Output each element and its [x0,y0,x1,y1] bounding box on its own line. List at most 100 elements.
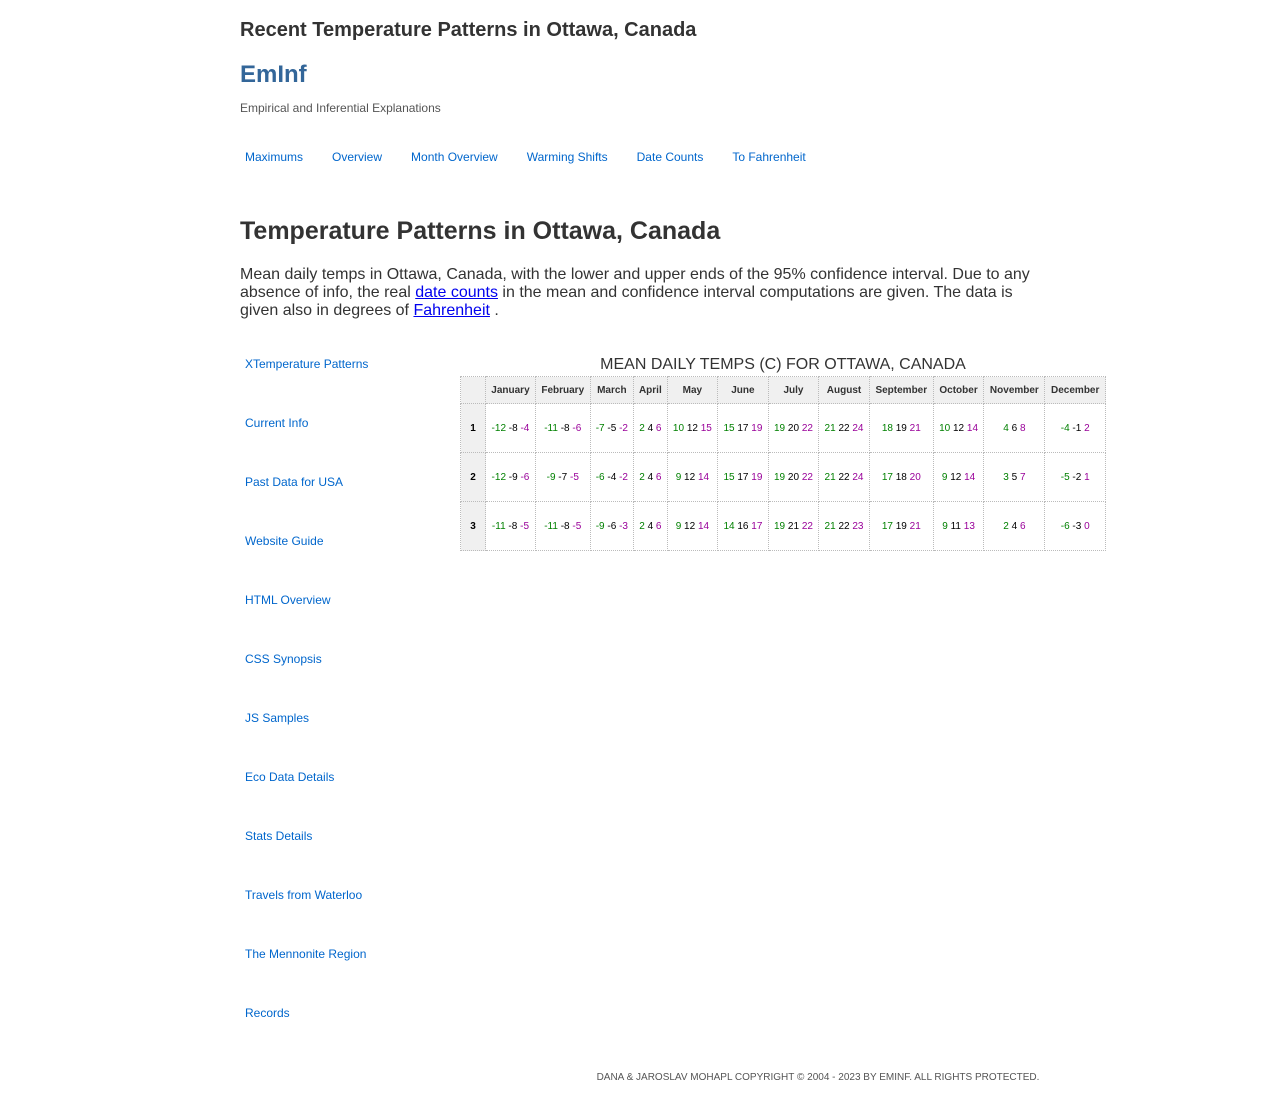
mean-value: -8 [560,520,570,532]
ci-upper-value: -5 [572,520,582,532]
ci-lower-value: 10 [672,422,685,434]
mean-value: 17 [737,471,749,483]
month-header-september: September [868,376,934,404]
sidebar-item-html-overview[interactable]: HTML Overview [240,593,440,652]
temp-cell: 15 17 19 [717,403,769,453]
mean-value: -6 [607,520,617,532]
temp-cell: -9 -7 -5 [534,452,591,502]
mean-value: -8 [508,520,518,532]
temp-cell: -4 -1 2 [1044,403,1106,453]
mean-value: -2 [1072,471,1082,483]
temp-cell: 2 4 6 [633,501,668,551]
mean-value: 21 [787,520,800,532]
sidebar-item-temperature-patterns[interactable]: XTemperature Patterns [240,357,440,416]
mean-value: -5 [607,422,617,434]
ci-lower-value: 17 [881,520,893,532]
nav-link-maximums[interactable]: Maximums [240,150,308,164]
ci-upper-value: -2 [619,422,628,434]
ci-lower-value: 19 [774,422,786,434]
top-navigation: Maximums Overview Month Overview Warming… [240,150,830,164]
ci-lower-value: -12 [491,422,506,434]
month-header-february: February [534,376,591,404]
nav-link-date-counts[interactable]: Date Counts [632,150,709,164]
sidebar-item-travels-from-waterloo[interactable]: Travels from Waterloo [240,888,440,947]
ci-upper-value: 14 [697,471,710,483]
day-number-cell: 2 [460,452,486,502]
ci-lower-value: -5 [1060,471,1070,483]
temp-cell: -11 -8 -5 [534,501,591,551]
ci-upper-value: 2 [1084,422,1090,434]
mean-value: 4 [647,471,654,483]
temp-cell: 19 20 22 [767,403,820,453]
sidebar-item-js-samples[interactable]: JS Samples [240,711,440,770]
ci-lower-value: 15 [723,471,735,483]
temp-cell: 9 11 13 [932,501,985,551]
temp-cell: 21 22 24 [818,452,870,502]
sidebar-item-mennonite-region[interactable]: The Mennonite Region [240,947,440,1006]
ci-upper-value: 24 [852,471,864,483]
fahrenheit-link[interactable]: Fahrenheit [413,302,490,319]
ci-upper-value: 6 [655,422,662,434]
ci-lower-value: -6 [595,471,605,483]
ci-upper-value: 19 [751,471,763,483]
nav-link-warming-shifts[interactable]: Warming Shifts [522,150,613,164]
month-header-august: August [818,376,870,404]
temp-cell: -11 -8 -5 [485,501,536,551]
sidebar-item-css-synopsis[interactable]: CSS Synopsis [240,652,440,711]
brand-logo-text[interactable]: EmInf [240,61,307,89]
ci-lower-value: -11 [544,520,558,532]
ci-upper-value: 22 [801,520,813,532]
temp-cell: 10 12 15 [666,403,719,453]
copyright-text: DANA & JAROSLAV MOHAPL COPYRIGHT © 2004 … [596,1072,1040,1083]
nav-link-month-overview[interactable]: Month Overview [406,150,503,164]
mean-value: 22 [838,422,850,434]
temp-cell: -6 -3 0 [1044,501,1106,551]
nav-link-to-fahrenheit[interactable]: To Fahrenheit [727,150,810,164]
ci-upper-value: 15 [700,422,712,434]
temp-cell: 17 19 21 [868,501,934,551]
sidebar-item-past-data-usa[interactable]: Past Data for USA [240,475,440,534]
ci-upper-value: -6 [520,471,530,483]
nav-link-overview[interactable]: Overview [327,150,387,164]
sidebar-item-website-guide[interactable]: Website Guide [240,534,440,593]
sidebar-navigation: XTemperature Patterns Current Info Past … [240,357,440,1065]
table-row: 2 -12 -9 -6 -9 -7 -5 -6 -4 -2 2 4 69 12 14 15… [460,452,1106,502]
mean-value: 16 [737,520,749,532]
ci-lower-value: 14 [723,520,735,532]
sidebar-item-eco-data-details[interactable]: Eco Data Details [240,770,440,829]
date-counts-link[interactable]: date counts [415,284,498,301]
temp-cell: 9 12 14 [932,452,985,502]
ci-upper-value: 21 [909,520,921,532]
ci-upper-value: 20 [909,471,921,483]
ci-upper-value: 7 [1019,471,1026,483]
temp-cell: 4 6 8 [983,403,1046,453]
mean-value: -4 [607,471,617,483]
month-header-june: June [717,376,769,404]
ci-lower-value: -7 [595,422,605,434]
mean-value: 19 [895,520,907,532]
ci-lower-value: -6 [1060,520,1070,532]
ci-upper-value: 14 [966,422,979,434]
sidebar-item-records[interactable]: Records [240,1006,440,1065]
ci-upper-value: 14 [697,520,710,532]
mean-value: 12 [953,422,965,434]
temp-cell: 21 22 24 [818,403,870,453]
mean-value: -7 [558,471,568,483]
mean-value: 4 [1011,520,1018,532]
mean-value: 12 [684,471,696,483]
ci-lower-value: 2 [639,520,645,532]
sidebar-item-stats-details[interactable]: Stats Details [240,829,440,888]
ci-lower-value: 18 [881,422,893,434]
sidebar-item-current-info[interactable]: Current Info [240,416,440,475]
mean-value: 22 [838,471,850,483]
month-header-december: December [1044,376,1106,404]
temp-cell: -9 -6 -3 [589,501,635,551]
ci-lower-value: -11 [544,422,558,434]
mean-value: 12 [950,471,962,483]
ci-upper-value: 0 [1084,520,1090,532]
temp-cell: 9 12 14 [666,501,719,551]
mean-value: -1 [1072,422,1082,434]
temp-cell: 21 22 23 [818,501,870,551]
temp-cell: -7 -5 -2 [589,403,635,453]
intro-text-3: . [489,302,499,319]
